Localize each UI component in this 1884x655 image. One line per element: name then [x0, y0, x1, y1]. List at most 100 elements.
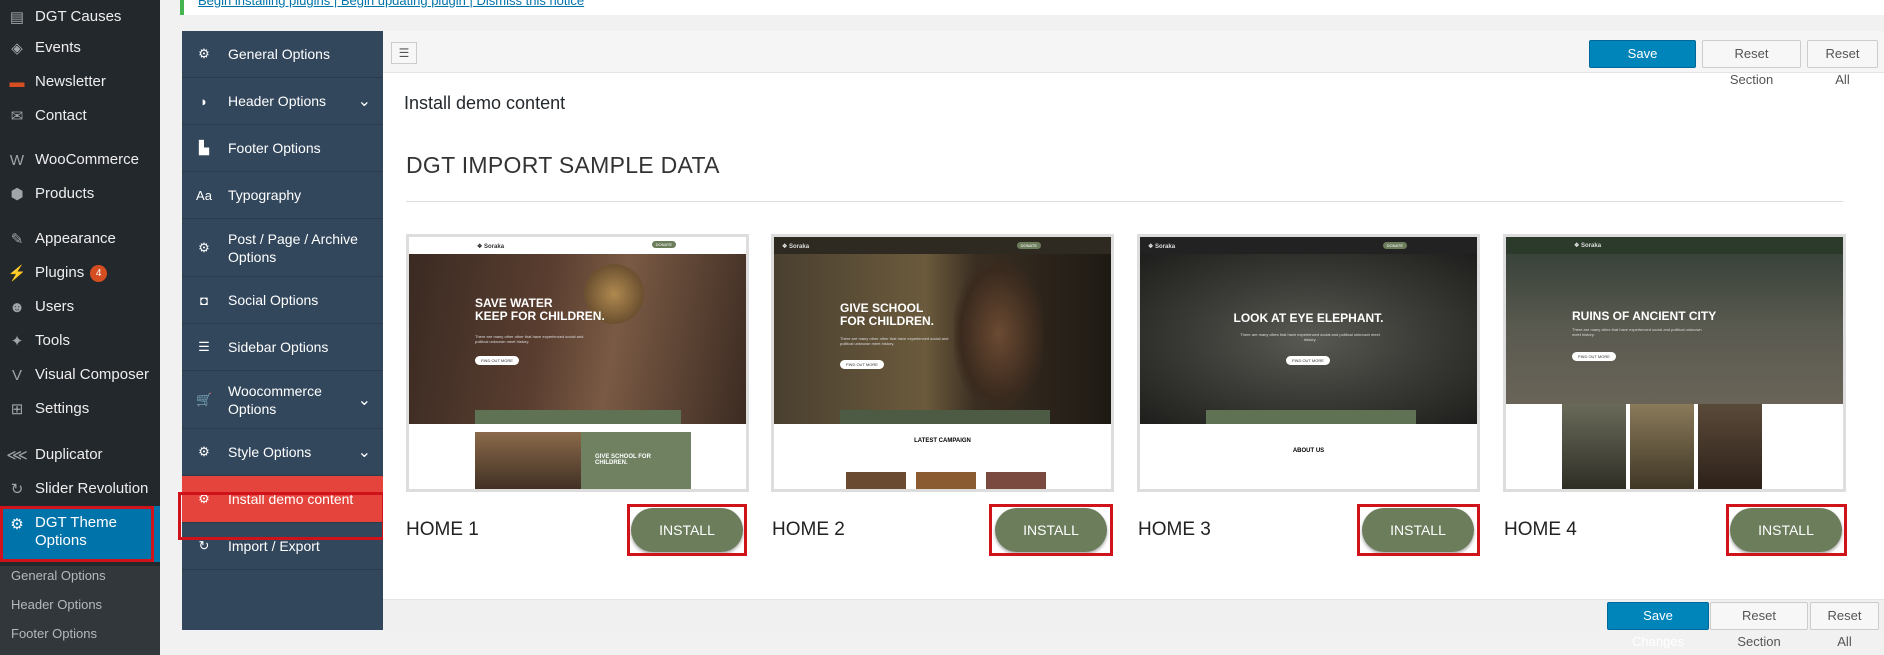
- preview-hero: LOOK AT EYE ELEPHANT. There are many cit…: [1140, 254, 1477, 424]
- vc-icon: V: [11, 366, 22, 384]
- brush-icon: ✎: [10, 231, 24, 248]
- options-nav-label: Install demo content: [228, 491, 354, 507]
- demo-preview-home-3: ❖ Soraka DONATE LOOK AT EYE ELEPHANT. Th…: [1137, 234, 1480, 492]
- wp-menu-label: Visual Composer: [35, 366, 149, 383]
- wp-menu-item-products[interactable]: ⬢ Products: [0, 177, 160, 211]
- megaphone-icon: ◈: [11, 40, 23, 57]
- wp-menu-label: Events: [35, 39, 81, 56]
- wp-menu-label: Contact: [35, 107, 87, 124]
- wrench-icon: ✦: [10, 333, 24, 350]
- options-nav-label: Post / Page / Archive Options: [228, 230, 358, 265]
- wp-menu-item-newsletter[interactable]: ▬ Newsletter: [0, 65, 160, 99]
- options-nav-general-options[interactable]: ⚙ General Options: [182, 31, 383, 78]
- save-changes-button[interactable]: Save Changes: [1589, 40, 1696, 87]
- header-icon: ◗: [200, 93, 208, 109]
- reset-all-button-bottom[interactable]: Reset All: [1810, 602, 1879, 649]
- demo-name-home-3: HOME 3: [1138, 519, 1211, 540]
- options-nav-label: Social Options: [228, 292, 319, 308]
- list-icon: ☰: [198, 339, 210, 354]
- wp-menu-label: WooCommerce: [35, 151, 139, 168]
- wp-menu-item-appearance[interactable]: ✎ Appearance: [0, 222, 160, 256]
- options-nav-install-demo-content[interactable]: ⚙ Install demo content: [182, 476, 383, 523]
- preview-hero: GIVE SCHOOL FOR CHILDREN. There are many…: [774, 254, 1111, 424]
- gear-icon: ⚙: [198, 444, 210, 459]
- install-button-home-1[interactable]: INSTALL: [631, 508, 743, 552]
- wp-menu-item-plugins[interactable]: ⚡ Plugins 4: [0, 256, 160, 290]
- options-nav-woocommerce-options[interactable]: 🛒 Woocommerce Options ⌄: [182, 371, 383, 429]
- demo-preview-home-2: ❖ Soraka DONATE GIVE SCHOOL FOR CHILDREN…: [771, 234, 1114, 492]
- wp-menu-label: DGT Causes: [35, 8, 122, 25]
- plug-icon: ⚡: [7, 265, 27, 282]
- options-nav-style-options[interactable]: ⚙ Style Options ⌄: [182, 429, 383, 476]
- options-nav-label: Typography: [228, 187, 302, 203]
- save-changes-button-bottom[interactable]: Save Changes: [1607, 602, 1709, 649]
- update-count-badge: 4: [90, 264, 108, 282]
- wp-menu-item-contact[interactable]: ✉ Contact: [0, 99, 160, 133]
- wp-menu-item-visual-composer[interactable]: V Visual Composer: [0, 358, 160, 392]
- options-nav-typography[interactable]: Aa Typography: [182, 172, 383, 219]
- options-nav-import-export[interactable]: ↻ Import / Export: [182, 523, 383, 570]
- chevron-down-icon[interactable]: ⌄: [358, 390, 371, 410]
- social-icon: ◘: [200, 292, 208, 308]
- refresh-icon: ↻: [10, 481, 24, 498]
- options-nav-label: Header Options: [228, 93, 327, 109]
- preview-nav: ❖ Soraka DONATE: [774, 237, 1111, 254]
- notice-links[interactable]: Begin installing plugins | Begin updatin…: [198, 0, 584, 8]
- preview-headline: GIVE SCHOOL FOR CHILDREN.: [840, 301, 934, 328]
- preview-subheadline: LATEST CAMPAIGN: [914, 438, 971, 444]
- mail-icon: ✉: [10, 108, 24, 125]
- wp-menu-label: Products: [35, 185, 95, 202]
- options-nav-sidebar-options[interactable]: ☰ Sidebar Options: [182, 324, 383, 371]
- plugin-notice: Begin installing plugins | Begin updatin…: [180, 0, 1884, 15]
- preview-hero: SAVE WATER KEEP FOR CHILDREN. There are …: [409, 254, 746, 424]
- options-nav-post-page-archive-options[interactable]: ⚙ Post / Page / Archive Options: [182, 219, 383, 277]
- wp-menu-label: Newsletter: [35, 73, 106, 90]
- install-button-home-3[interactable]: INSTALL: [1362, 508, 1474, 552]
- options-nav-footer-options[interactable]: ▙ Footer Options: [182, 125, 383, 172]
- refresh-icon: ↻: [198, 538, 210, 553]
- causes-icon: ▤: [9, 9, 25, 26]
- install-button-home-4[interactable]: INSTALL: [1730, 508, 1842, 552]
- gear-icon: ⚙: [198, 491, 210, 506]
- expand-options-icon[interactable]: ☰: [391, 42, 417, 64]
- wp-menu-label: Plugins: [35, 264, 85, 281]
- preview-nav: ❖ Soraka: [1506, 237, 1843, 254]
- wp-menu-item-dgt-theme-options[interactable]: ⚙ DGT Theme Options: [0, 506, 160, 562]
- reset-section-button[interactable]: Reset Section: [1702, 40, 1801, 87]
- users-icon: ☻: [9, 298, 25, 316]
- settings-icon: ⊞: [10, 401, 24, 418]
- wp-menu-item-users[interactable]: ☻ Users: [0, 290, 160, 324]
- wp-menu-item-duplicator[interactable]: ⋘ Duplicator: [0, 438, 160, 472]
- wp-menu-item-settings[interactable]: ⊞ Settings: [0, 392, 160, 426]
- chevron-down-icon[interactable]: ⌄: [358, 442, 371, 462]
- preview-lower: GIVE SCHOOL FOR CHILDREN.: [409, 424, 746, 489]
- gear-icon: ⚙: [10, 516, 24, 533]
- divider: [406, 201, 1843, 202]
- wp-submenu-item[interactable]: Footer Options: [0, 621, 160, 647]
- reset-all-button[interactable]: Reset All: [1807, 40, 1878, 87]
- wp-menu-item-slider-revolution[interactable]: ↻ Slider Revolution: [0, 472, 160, 506]
- gear-icon: ⚙: [198, 239, 210, 255]
- options-main-panel: ☰ Save Changes Reset Section Reset All I…: [383, 31, 1884, 630]
- share-icon: ⋘: [6, 447, 28, 464]
- preview-lower: ABOUT US: [1140, 424, 1477, 489]
- footer-icon: ▙: [199, 140, 209, 155]
- wp-menu-item-woocommerce[interactable]: W WooCommerce: [0, 143, 160, 177]
- preview-nav: ❖ Soraka DONATE: [1140, 237, 1477, 254]
- wp-menu-item-events[interactable]: ◈ Events: [0, 31, 160, 65]
- wp-menu-label: DGT Theme Options: [35, 514, 117, 549]
- chevron-down-icon[interactable]: ⌄: [358, 91, 371, 111]
- wp-submenu-item[interactable]: Header Options: [0, 592, 160, 618]
- import-title: DGT IMPORT SAMPLE DATA: [406, 152, 720, 178]
- install-button-home-2[interactable]: INSTALL: [995, 508, 1107, 552]
- preview-nav: ❖ Soraka DONATE: [409, 237, 746, 254]
- options-nav-label: Woocommerce Options: [228, 382, 322, 417]
- options-nav-header-options[interactable]: ◗ Header Options ⌄: [182, 78, 383, 125]
- wp-menu-label: Appearance: [35, 230, 116, 247]
- wp-submenu-item[interactable]: General Options: [0, 563, 160, 589]
- options-nav-social-options[interactable]: ◘ Social Options: [182, 277, 383, 324]
- reset-section-button-bottom[interactable]: Reset Section: [1710, 602, 1808, 649]
- options-nav-label: Sidebar Options: [228, 339, 329, 355]
- wp-menu-item-dgt-causes[interactable]: ▤ DGT Causes: [0, 0, 160, 34]
- wp-menu-item-tools[interactable]: ✦ Tools: [0, 324, 160, 358]
